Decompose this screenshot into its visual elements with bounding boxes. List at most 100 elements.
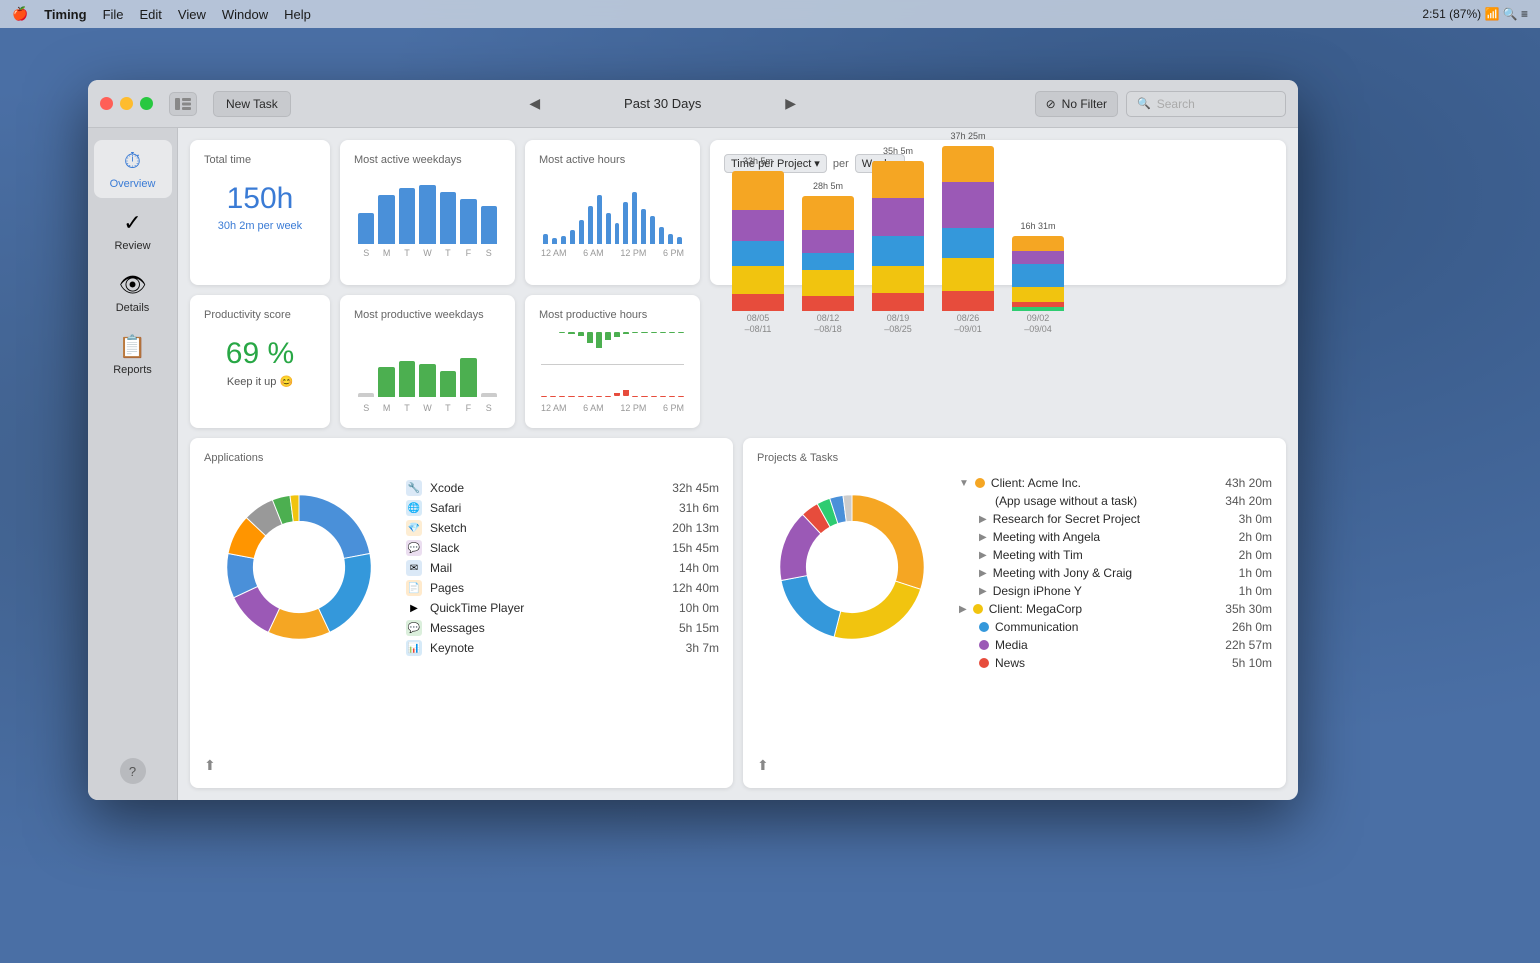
app-name-label: Safari [430, 501, 671, 515]
app-icon: ▶ [406, 600, 422, 616]
stacked-bar-group: 35h 5m 08/19 –08/25 [872, 146, 924, 336]
project-row[interactable]: ▶Client: MegaCorp35h 30m [959, 602, 1272, 616]
bar [460, 199, 476, 245]
stacked-bar-group: 33h 5m08/05 –08/11 [732, 156, 784, 336]
app-icon: 📊 [406, 640, 422, 656]
close-button[interactable] [100, 97, 113, 110]
app-name-label: Mail [430, 561, 671, 575]
sidebar-item-review[interactable]: ✓ Review [94, 202, 172, 260]
menu-file[interactable]: File [103, 7, 124, 22]
project-expand-icon[interactable]: ▶ [979, 568, 987, 579]
stacked-segment [872, 293, 924, 311]
project-time-label: 2h 0m [1239, 548, 1272, 562]
bar-label: S [481, 248, 497, 258]
app-row[interactable]: 📊Keynote3h 7m [406, 640, 719, 656]
stacked-segment [1012, 264, 1064, 287]
projects-card: Projects & Tasks ▼Client: Acme Inc.43h 2… [743, 438, 1286, 788]
main-content: ⏱ Overview ✓ Review 👁 Details 📋 Reports … [88, 128, 1298, 800]
menu-window[interactable]: Window [222, 7, 268, 22]
sidebar-toggle-button[interactable] [169, 92, 197, 116]
projects-share-icon[interactable]: ⬆ [757, 757, 769, 774]
date-range-label: Past 30 Days [555, 96, 771, 111]
bar-label: M [378, 248, 394, 258]
hours-bar [561, 236, 566, 244]
app-list: 🔧Xcode32h 45m🌐Safari31h 6m💎Sketch20h 13m… [406, 472, 719, 749]
app-row[interactable]: ▶QuickTime Player10h 0m [406, 600, 719, 616]
right-status: 2:51 (87%) 📶 🔍 ≡ [1422, 7, 1528, 21]
project-row[interactable]: ▶Meeting with Tim2h 0m [959, 548, 1272, 562]
app-icon: 💎 [406, 520, 422, 536]
sidebar-item-details[interactable]: 👁 Details [94, 264, 172, 322]
project-row[interactable]: ▶Research for Secret Project3h 0m [959, 512, 1272, 526]
minimize-button[interactable] [120, 97, 133, 110]
maximize-button[interactable] [140, 97, 153, 110]
prod-weekday-label: S [481, 403, 497, 413]
app-row[interactable]: 💎Sketch20h 13m [406, 520, 719, 536]
hours-bar [659, 227, 664, 245]
prod-hours-neg-bar [641, 396, 647, 397]
stacked-bar-chart: 33h 5m08/05 –08/1128h 5m08/12 –08/1835h … [724, 181, 1272, 336]
projects-footer: ⬆ [757, 749, 1272, 774]
project-expand-icon[interactable]: ▶ [959, 604, 967, 615]
bar-date-label: 08/12 –08/18 [814, 313, 842, 336]
stacked-bar [942, 146, 994, 311]
share-icon[interactable]: ⬆ [204, 757, 216, 774]
hours-bar [606, 213, 611, 245]
project-row[interactable]: ▶Meeting with Angela2h 0m [959, 530, 1272, 544]
menu-view[interactable]: View [178, 7, 206, 22]
total-time-per-week: 30h 2m per week [204, 220, 316, 232]
stacked-segment [942, 228, 994, 258]
productive-hours-labels: 12 AM 6 AM 12 PM 6 PM [539, 403, 686, 413]
bar-value-label: 35h 5m [883, 146, 913, 156]
projects-donut-chart [757, 472, 947, 662]
app-row[interactable]: 💬Slack15h 45m [406, 540, 719, 556]
app-row[interactable]: ✉Mail14h 0m [406, 560, 719, 576]
project-time-label: 34h 20m [1225, 494, 1272, 508]
next-button[interactable]: ▶ [779, 92, 803, 116]
project-time-label: 1h 0m [1239, 584, 1272, 598]
bar-date-label: 08/05 –08/11 [745, 313, 772, 336]
productivity-value: 69 % [204, 337, 316, 371]
app-row[interactable]: 💬Messages5h 15m [406, 620, 719, 636]
project-expand-icon[interactable]: ▶ [979, 550, 987, 561]
project-expand-icon[interactable]: ▶ [979, 514, 987, 525]
app-time-label: 31h 6m [679, 501, 719, 515]
prod-hours-neg-bar [623, 390, 629, 397]
baseline [541, 364, 684, 365]
app-row[interactable]: 📄Pages12h 40m [406, 580, 719, 596]
prev-button[interactable]: ◀ [523, 92, 547, 116]
bar-date-label: 09/02 –09/04 [1024, 313, 1052, 336]
reports-icon: 📋 [119, 334, 146, 360]
project-row[interactable]: Media22h 57m [959, 638, 1272, 652]
menu-edit[interactable]: Edit [140, 7, 162, 22]
new-task-button[interactable]: New Task [213, 91, 291, 117]
project-time-label: 3h 0m [1239, 512, 1272, 526]
app-row[interactable]: 🌐Safari31h 6m [406, 500, 719, 516]
project-expand-icon[interactable]: ▶ [979, 532, 987, 543]
project-row[interactable]: ▶Meeting with Jony & Craig1h 0m [959, 566, 1272, 580]
bar-date-label: 08/19 –08/25 [884, 313, 912, 336]
most-productive-hours-title: Most productive hours [539, 309, 686, 321]
search-box[interactable]: 🔍 Search [1126, 91, 1286, 117]
stacked-segment [732, 266, 784, 294]
app-row[interactable]: 🔧Xcode32h 45m [406, 480, 719, 496]
project-row[interactable]: ▶Design iPhone Y1h 0m [959, 584, 1272, 598]
menu-help[interactable]: Help [284, 7, 311, 22]
help-button[interactable]: ? [120, 758, 146, 784]
bar [399, 188, 415, 244]
project-expand-icon[interactable]: ▼ [959, 478, 969, 489]
sidebar-item-reports[interactable]: 📋 Reports [94, 326, 172, 384]
sidebar-item-overview[interactable]: ⏱ Overview [94, 140, 172, 198]
hours-label-6pm: 6 PM [663, 248, 684, 258]
traffic-lights [100, 97, 153, 110]
project-row[interactable]: Communication26h 0m [959, 620, 1272, 634]
project-row[interactable]: ▼Client: Acme Inc.43h 20m [959, 476, 1272, 490]
filter-button[interactable]: ⊘ No Filter [1035, 91, 1118, 117]
project-expand-icon[interactable]: ▶ [979, 586, 987, 597]
project-row[interactable]: (App usage without a task)34h 20m [959, 494, 1272, 508]
project-color-dot [979, 658, 989, 668]
app-name-label: Xcode [430, 481, 664, 495]
project-row[interactable]: News5h 10m [959, 656, 1272, 670]
project-time-label: 22h 57m [1225, 638, 1272, 652]
prod-hours-pos-bar [678, 332, 684, 333]
